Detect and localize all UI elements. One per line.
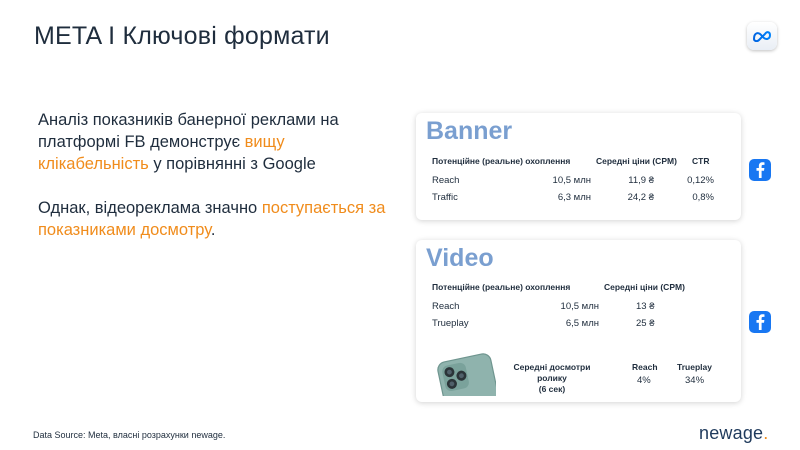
- banner-header-ctr: CTR: [692, 156, 710, 166]
- video-row-label: Trueplay: [432, 318, 469, 329]
- video-row-label: Reach: [432, 301, 460, 312]
- video-header-reach: Потенційне (реальне) охоплення: [432, 282, 571, 292]
- intro-paragraph-2: Однак, відеореклама значно поступається …: [38, 199, 386, 239]
- views-header-reach: Reach: [632, 362, 658, 372]
- banner-row-ctr: 0,8%: [692, 192, 714, 203]
- video-header-cpm: Середні ціни (CPM): [604, 282, 685, 292]
- video-card: Video Потенційне (реальне) охоплення Сер…: [416, 240, 741, 402]
- video-row-reach: 6,5 млн: [565, 318, 599, 329]
- facebook-icon: [749, 311, 771, 333]
- banner-header-cpm: Середні ціни (CPM): [596, 156, 677, 166]
- banner-row-cpm: 11,9 ₴: [628, 175, 654, 186]
- views-value-reach: 4%: [637, 375, 651, 386]
- video-card-title: Video: [426, 244, 494, 272]
- banner-row-reach: 10,5 млн: [552, 175, 591, 186]
- views-label: Середні досмотри ролику (6 сек): [513, 362, 591, 394]
- banner-row-label: Reach: [432, 175, 460, 186]
- banner-row-label: Traffic: [432, 192, 458, 203]
- video-row-cpm: 25 ₴: [636, 318, 655, 329]
- banner-row-ctr: 0,12%: [687, 175, 714, 186]
- video-row-reach: 10,5 млн: [560, 301, 599, 312]
- banner-row-cpm: 24,2 ₴: [627, 192, 654, 203]
- banner-card-title: Banner: [426, 117, 513, 145]
- facebook-icon: [749, 159, 771, 181]
- banner-row-reach: 6,3 млн: [557, 192, 591, 203]
- banner-header-reach: Потенційне (реальне) охоплення: [432, 156, 571, 166]
- views-value-trueplay: 34%: [685, 375, 705, 386]
- data-source-note: Data Source: Meta, власні розрахунки new…: [33, 430, 226, 440]
- views-header-trueplay: Trueplay: [677, 362, 712, 372]
- intro-text: Аналіз показників банерної реклами на пл…: [38, 109, 398, 263]
- newage-logo: newage.: [699, 423, 769, 443]
- meta-logo-icon: [747, 22, 777, 50]
- video-row-cpm: 13 ₴: [636, 301, 655, 312]
- banner-card: Banner Потенційне (реальне) охоплення Се…: [416, 113, 741, 220]
- intro-paragraph-1: Аналіз показників банерної реклами на пл…: [38, 111, 339, 173]
- smartphone-icon: [437, 353, 496, 396]
- slide-title: META I Ключові формати: [34, 22, 330, 50]
